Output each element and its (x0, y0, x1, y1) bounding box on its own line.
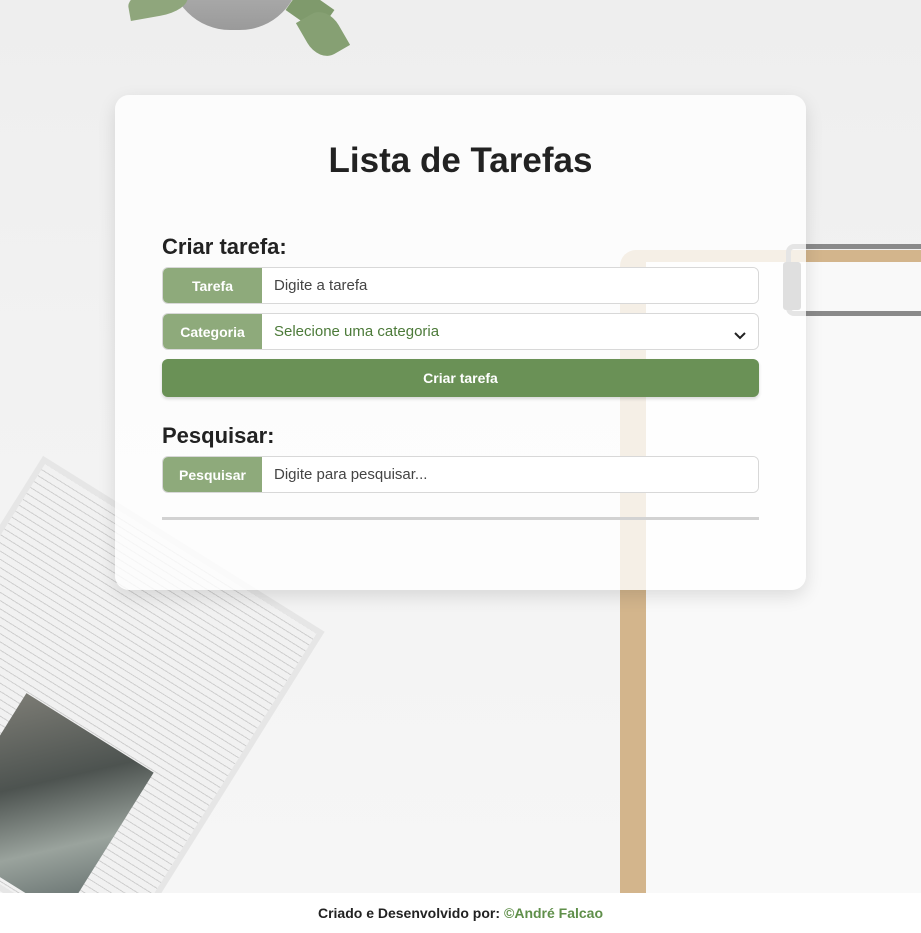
task-label: Tarefa (163, 268, 262, 303)
create-task-button[interactable]: Criar tarefa (162, 359, 759, 397)
chevron-down-icon (734, 327, 746, 339)
page-title: Lista de Tarefas (328, 141, 593, 180)
footer: Criado e Desenvolvido por: ©André Falcao (0, 893, 921, 933)
author-link[interactable]: ©André Falcao (504, 905, 603, 921)
footer-credit-text: Criado e Desenvolvido por: (317, 905, 501, 921)
plant-pot-decoration (170, 0, 300, 30)
category-label: Categoria (163, 314, 262, 349)
category-input-group: Categoria Selecione uma categoria (162, 313, 759, 350)
task-input-group: Tarefa (162, 267, 759, 304)
todo-card: Lista de Tarefas Criar tarefa: Tarefa Ca… (115, 95, 806, 590)
create-task-heading: Criar tarefa: (162, 234, 287, 259)
search-label: Pesquisar (163, 457, 262, 492)
search-heading: Pesquisar: (162, 423, 275, 448)
category-select[interactable]: Selecione uma categoria (262, 314, 758, 349)
clipboard-clip-decoration (786, 244, 921, 316)
category-select-value: Selecione uma categoria (274, 323, 440, 340)
task-input[interactable] (262, 268, 758, 303)
leaf-decoration (126, 0, 190, 21)
search-input[interactable] (262, 457, 758, 492)
divider (162, 517, 759, 520)
search-input-group: Pesquisar (162, 456, 759, 493)
